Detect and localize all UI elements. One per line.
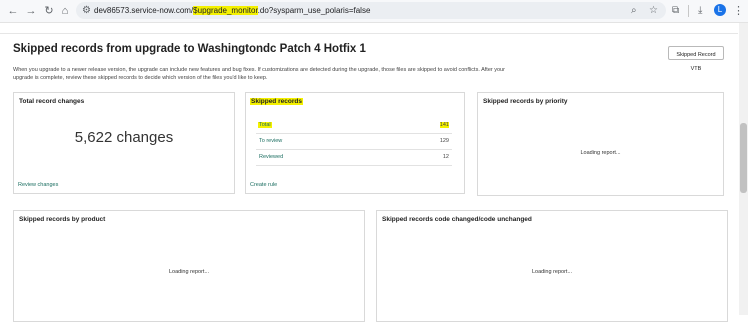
card-title: Skipped records by product — [19, 216, 106, 223]
url-text[interactable]: dev86573.service-now.com/$upgrade_monito… — [94, 2, 370, 19]
page-description: When you upgrade to a newer release vers… — [13, 67, 505, 81]
row-value-text: 141 — [439, 122, 449, 128]
row-value: 129 — [439, 138, 449, 144]
address-bar[interactable]: ⚙ dev86573.service-now.com/$upgrade_moni… — [76, 2, 666, 19]
skipped-row-to-review[interactable]: To review 129 — [256, 133, 452, 150]
card-title: Skipped records code changed/code unchan… — [382, 216, 532, 223]
row-label[interactable]: Total — [258, 122, 272, 128]
card-title: Total record changes — [19, 98, 85, 105]
total-record-changes-card: Total record changes 5,622 changes Revie… — [13, 92, 235, 194]
forward-icon[interactable]: → — [24, 4, 38, 18]
header-divider — [0, 33, 738, 34]
card-title: Skipped records — [250, 98, 303, 105]
url-suffix: .do?sysparm_use_polaris=false — [257, 6, 371, 15]
extensions-icon[interactable]: ⧉ — [672, 4, 679, 18]
row-value: 141 — [439, 122, 449, 128]
review-changes-link[interactable]: Review changes — [18, 182, 58, 188]
url-highlight: $upgrade_monitor — [193, 6, 258, 15]
skipped-records-card: Skipped records Total 141 To review 129 … — [245, 92, 465, 194]
browser-toolbar: ← → ↻ ⌂ ⚙ dev86573.service-now.com/$upgr… — [0, 0, 748, 23]
toolbar-divider — [688, 5, 689, 17]
skipped-record-vtb-button[interactable]: Skipped Record VTB — [668, 46, 724, 72]
row-label[interactable]: Reviewed — [259, 154, 283, 160]
zoom-search-icon[interactable]: ⌕ — [631, 4, 637, 17]
scroll-thumb[interactable] — [740, 123, 747, 193]
skipped-row-total[interactable]: Total 141 — [256, 117, 452, 134]
back-icon[interactable]: ← — [6, 4, 20, 18]
skipped-by-priority-card: Skipped records by priority Loading repo… — [477, 92, 724, 196]
profile-avatar[interactable]: L — [714, 4, 726, 16]
loading-text: Loading report... — [168, 269, 210, 275]
skipped-by-product-card: Skipped records by product Loading repor… — [13, 210, 365, 322]
loading-text: Loading report... — [531, 269, 573, 275]
reload-icon[interactable]: ↻ — [42, 4, 56, 18]
url-prefix: dev86573.service-now.com/ — [94, 6, 194, 15]
page-scrollbar[interactable] — [739, 23, 748, 315]
row-label[interactable]: To review — [259, 138, 282, 144]
total-changes-count: 5,622 changes — [74, 129, 174, 146]
row-value: 12 — [442, 154, 449, 160]
create-rule-link[interactable]: Create rule — [250, 182, 277, 188]
page-title: Skipped records from upgrade to Washingt… — [13, 43, 366, 55]
home-icon[interactable]: ⌂ — [58, 4, 72, 18]
download-icon[interactable]: ⤓ — [698, 4, 702, 18]
site-info-icon[interactable]: ⚙ — [82, 4, 91, 17]
loading-text: Loading report... — [580, 150, 621, 156]
card-title: Skipped records by priority — [483, 98, 568, 105]
skipped-row-reviewed[interactable]: Reviewed 12 — [256, 149, 452, 166]
bookmark-star-icon[interactable]: ☆ — [649, 4, 658, 17]
code-changed-card: Skipped records code changed/code unchan… — [376, 210, 728, 322]
menu-kebab-icon[interactable]: ⋮ — [733, 4, 744, 18]
